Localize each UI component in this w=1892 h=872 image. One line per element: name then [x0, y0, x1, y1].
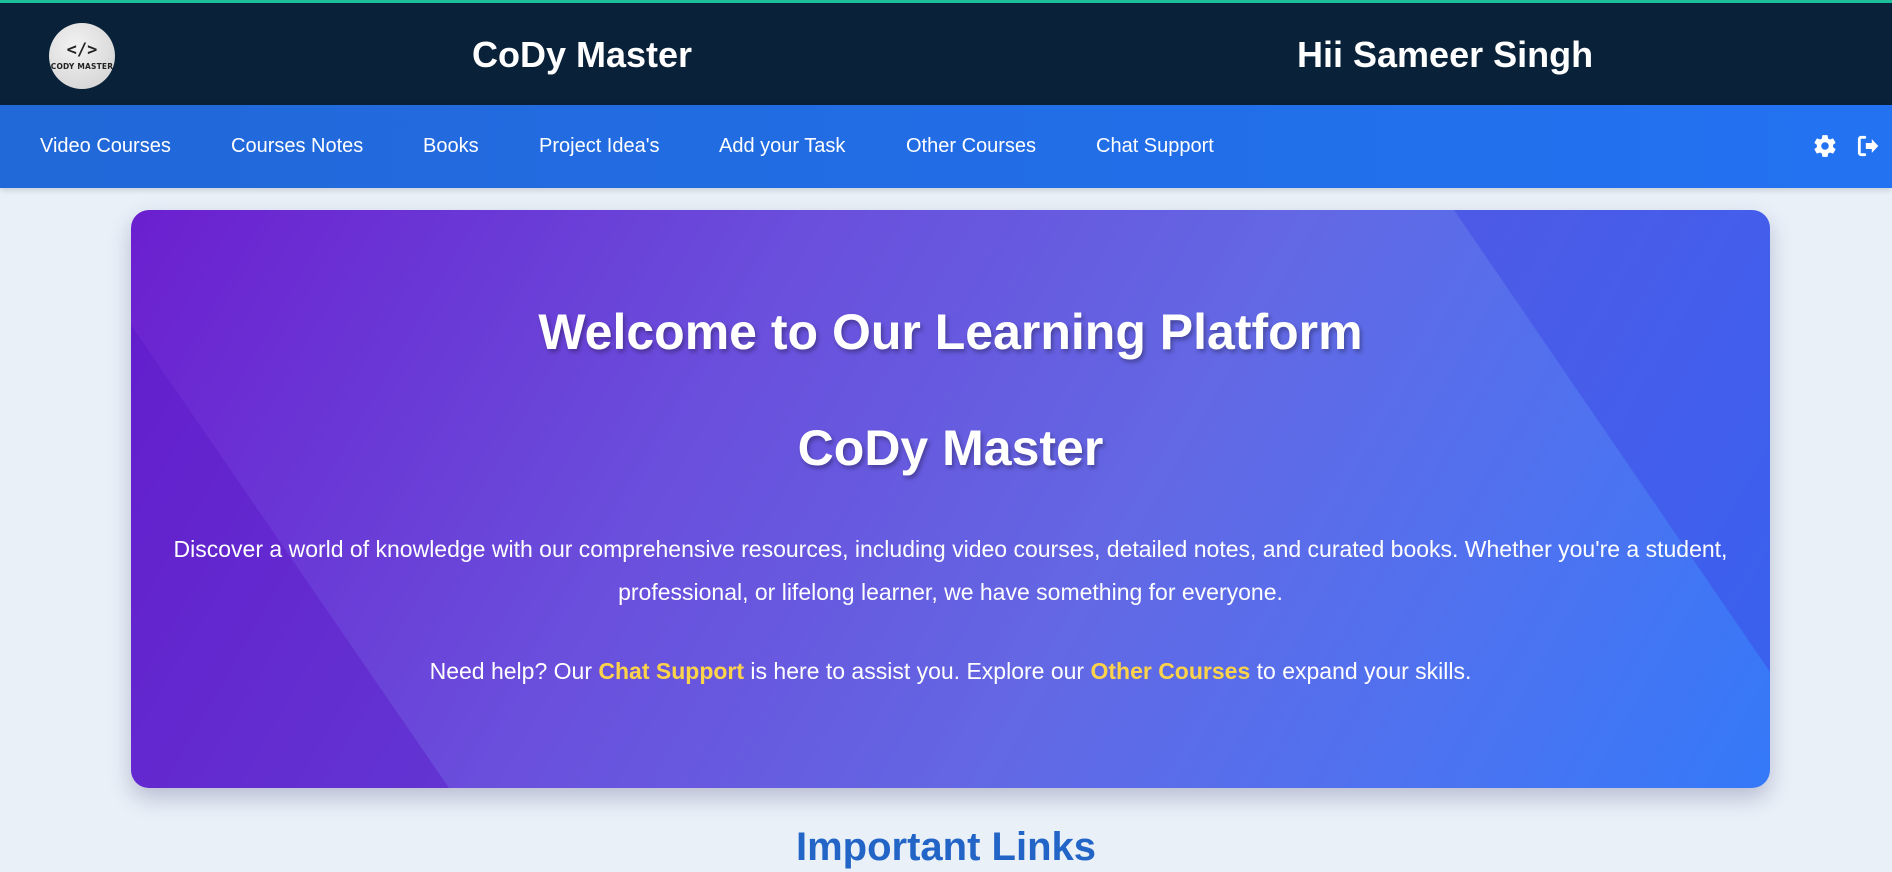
hero-brand-name: CoDy Master — [797, 420, 1104, 476]
nav-item-books[interactable]: Books — [423, 105, 479, 188]
nav-item-chat-support[interactable]: Chat Support — [1096, 105, 1214, 188]
gear-icon[interactable] — [1811, 132, 1839, 160]
nav-item-courses-notes[interactable]: Courses Notes — [231, 105, 363, 188]
site-title: CoDy Master — [472, 34, 693, 75]
hero-background-shapes — [131, 210, 1770, 788]
nav-item-add-task[interactable]: Add your Task — [719, 105, 845, 188]
site-logo[interactable]: </> CODY MASTER — [49, 23, 115, 89]
top-header: </> CODY MASTER CoDy Master Hii Sameer S… — [0, 0, 1892, 105]
code-icon: </> — [66, 39, 98, 60]
important-links-heading: Important Links — [795, 825, 1097, 869]
other-courses-link[interactable]: Other Courses — [1090, 658, 1250, 684]
help-text-suffix: to expand your skills. — [1250, 658, 1472, 684]
nav-item-video-courses[interactable]: Video Courses — [40, 105, 171, 188]
help-text-middle: is here to assist you. Explore our — [744, 658, 1091, 684]
hero-description: Discover a world of knowledge with our c… — [173, 536, 1728, 605]
nav-item-other-courses[interactable]: Other Courses — [906, 105, 1036, 188]
main-nav: Video Courses Courses Notes Books Projec… — [0, 105, 1892, 188]
welcome-hero-card: Welcome to Our Learning Platform CoDy Ma… — [131, 210, 1770, 788]
chat-support-link[interactable]: Chat Support — [598, 658, 744, 684]
nav-item-project-ideas[interactable]: Project Idea's — [539, 105, 660, 188]
help-text-prefix: Need help? Our — [429, 658, 599, 684]
logout-icon[interactable] — [1854, 132, 1882, 160]
logo-text: CODY MASTER — [50, 61, 114, 71]
hero-help-text: Need help? Our Chat Support is here to a… — [131, 656, 1770, 686]
hero-title: Welcome to Our Learning Platform — [538, 304, 1363, 360]
user-greeting: Hii Sameer Singh — [1297, 34, 1594, 75]
